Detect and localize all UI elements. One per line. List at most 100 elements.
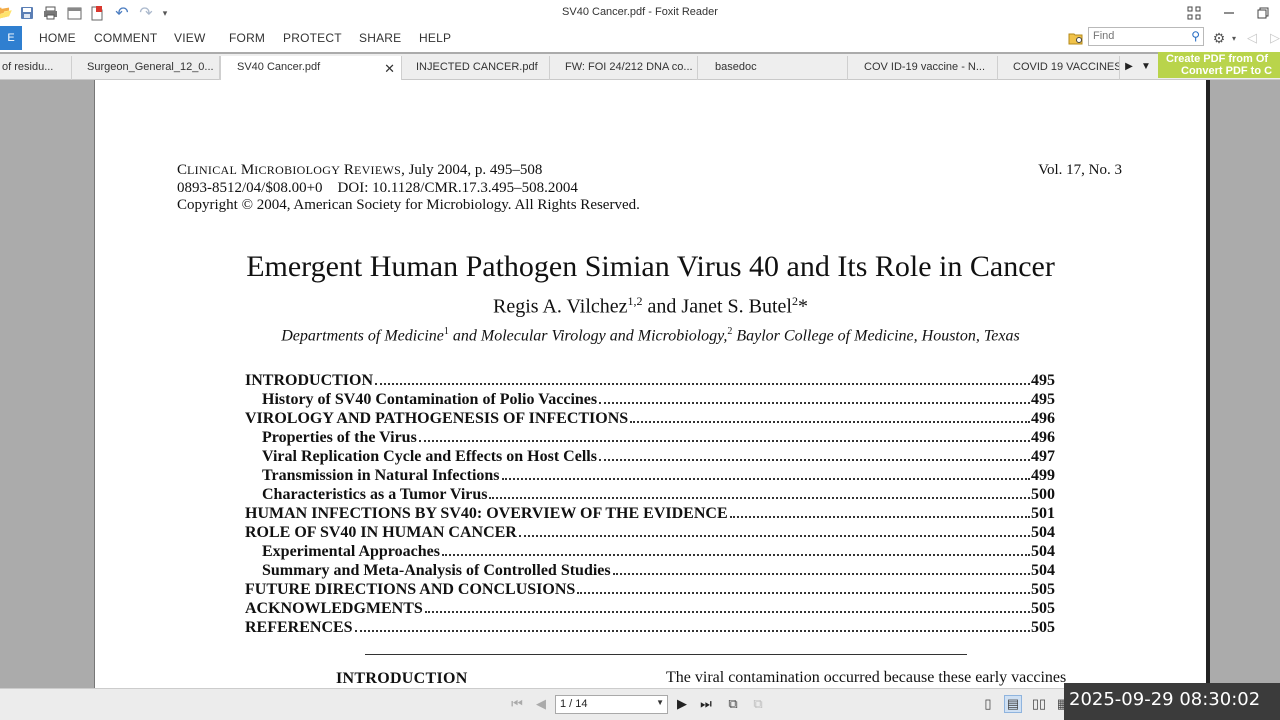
toc-leader-dots — [424, 611, 1030, 613]
toc-leader-dots — [489, 497, 1030, 499]
toc-entry[interactable]: History of SV40 Contamination of Polio V… — [245, 391, 1055, 410]
toc-entry-page: 495 — [1031, 391, 1055, 408]
toc-entry[interactable]: Summary and Meta-Analysis of Controlled … — [245, 562, 1055, 581]
find-field[interactable]: ⚲ — [1088, 27, 1204, 46]
toc-entry-page: 497 — [1031, 448, 1055, 465]
doc-tab[interactable]: Surgeon_General_12_0... — [72, 56, 220, 80]
create-pdf-promo-banner[interactable]: Create PDF from Of Convert PDF to C — [1158, 52, 1280, 78]
toc-entry[interactable]: FUTURE DIRECTIONS AND CONCLUSIONS 505 — [245, 581, 1055, 600]
doc-tab-label: basedoc — [715, 61, 757, 73]
doc-tab-label: Surgeon_General_12_0... — [87, 61, 214, 73]
next-view-icon[interactable]: ⧉ — [749, 695, 767, 713]
intro-heading: INTRODUCTION — [336, 670, 468, 687]
continuous-page-icon[interactable]: ▤ — [1004, 695, 1022, 713]
tab-comment[interactable]: COMMENT — [94, 31, 157, 45]
toc-entry-label: REFERENCES — [245, 619, 353, 636]
tab-scroll-right-icon[interactable]: ▶ — [1120, 57, 1138, 75]
toc-leader-dots — [630, 421, 1030, 423]
tab-view[interactable]: VIEW — [174, 31, 205, 45]
doc-tab-label: of residu... — [2, 61, 54, 73]
doc-tab[interactable]: INJECTED CANCER.pdf — [402, 56, 550, 80]
first-page-icon[interactable]: ⏮ — [508, 695, 526, 713]
single-page-icon[interactable]: ▯ — [979, 695, 997, 713]
toc-leader-dots — [354, 630, 1030, 632]
page-number-field[interactable]: 1 / 14 ▼ — [555, 695, 668, 714]
toc-entry-label: Transmission in Natural Infections — [262, 467, 500, 484]
tab-form[interactable]: FORM — [229, 31, 265, 45]
toc-entry-page: 505 — [1031, 600, 1055, 617]
find-input[interactable] — [1093, 30, 1181, 42]
toc-entry[interactable]: Experimental Approaches 504 — [245, 543, 1055, 562]
doc-tab[interactable]: COV ID-19 vaccine - N... — [848, 56, 998, 80]
doc-tab-label: COV ID-19 vaccine - N... — [864, 61, 986, 73]
tab-share[interactable]: SHARE — [359, 31, 401, 45]
facing-pages-icon[interactable]: ▯▯ — [1030, 695, 1048, 713]
toc-entry-page: 505 — [1031, 619, 1055, 636]
settings-chevron-icon[interactable]: ▾ — [1225, 29, 1243, 47]
doc-tab[interactable]: basedoc — [698, 56, 848, 80]
tab-protect[interactable]: PROTECT — [283, 31, 342, 45]
doc-tab[interactable]: FW: FOI 24/212 DNA co... — [550, 56, 698, 80]
toc-entry-label: INTRODUCTION — [245, 372, 374, 389]
previous-page-icon[interactable]: ◀ — [532, 695, 550, 713]
toc-entry[interactable]: VIROLOGY AND PATHOGENESIS OF INFECTIONS 4… — [245, 410, 1055, 429]
toc-entry-page: 496 — [1031, 410, 1055, 427]
doc-tab-label: INJECTED CANCER.pdf — [416, 61, 538, 73]
affiliation-line: Departments of Medicine1 and Molecular V… — [281, 326, 1020, 345]
toc-entry-label: VIROLOGY AND PATHOGENESIS OF INFECTIONS — [245, 410, 629, 427]
section-divider — [365, 654, 967, 655]
search-icon[interactable]: ⚲ — [1191, 29, 1200, 43]
title-bar: 📂 ↶ ↷ ▾ SV40 Cancer.pdf - Foxit Reader — [0, 0, 1280, 26]
file-tab[interactable]: E — [0, 26, 22, 50]
back-nav-icon[interactable]: ◁ — [1243, 29, 1261, 47]
doc-tab[interactable]: of residu... — [0, 56, 72, 80]
last-page-icon[interactable]: ⏭ — [697, 695, 715, 713]
page-dropdown-chevron-icon[interactable]: ▼ — [656, 698, 664, 707]
toc-leader-dots — [501, 478, 1030, 480]
toc-entry-page: 500 — [1031, 486, 1055, 503]
tab-list-chevron-icon[interactable]: ▼ — [1137, 57, 1155, 75]
minimize-button[interactable] — [1214, 3, 1244, 23]
toc-entry-page: 504 — [1031, 524, 1055, 541]
promo-line1: Create PDF from Of — [1166, 53, 1269, 65]
previous-view-icon[interactable]: ⧉ — [724, 695, 742, 713]
toc-entry[interactable]: HUMAN INFECTIONS BY SV40: OVERVIEW OF TH… — [245, 505, 1055, 524]
toc-entry[interactable]: REFERENCES 505 — [245, 619, 1055, 638]
toc-entry-page: 504 — [1031, 543, 1055, 560]
tab-home[interactable]: HOME — [39, 31, 76, 45]
copyright-line: Copyright © 2004, American Society for M… — [177, 197, 640, 213]
toc-entry[interactable]: Viral Replication Cycle and Effects on H… — [245, 448, 1055, 467]
doc-tab[interactable]: COVID 19 VACCINES P... — [998, 56, 1120, 80]
find-folder-icon[interactable] — [1067, 29, 1085, 47]
toc-entry-label: HUMAN INFECTIONS BY SV40: OVERVIEW OF TH… — [245, 505, 728, 522]
toc-leader-dots — [418, 440, 1030, 442]
restore-button[interactable] — [1248, 3, 1278, 23]
close-tab-icon[interactable]: ✕ — [384, 61, 395, 77]
toc-entry-label: Experimental Approaches — [262, 543, 440, 560]
document-viewer[interactable]: CLINICAL MICROBIOLOGY REVIEWS, July 2004… — [0, 80, 1280, 688]
ribbon-toggle-icon[interactable] — [1179, 3, 1209, 23]
toc-entry-label: Properties of the Virus — [262, 429, 417, 446]
document-tab-bar: of residu... Surgeon_General_12_0... SV4… — [0, 54, 1280, 80]
toc-entry-label: ROLE OF SV40 IN HUMAN CANCER — [245, 524, 517, 541]
toc-entry[interactable]: Characteristics as a Tumor Virus 500 — [245, 486, 1055, 505]
timestamp-overlay: 2025-09-29 08:30:02 — [1064, 683, 1280, 720]
toc-leader-dots — [729, 516, 1030, 518]
toc-entry-label: Viral Replication Cycle and Effects on H… — [262, 448, 597, 465]
toc-entry[interactable]: ROLE OF SV40 IN HUMAN CANCER 504 — [245, 524, 1055, 543]
next-page-icon[interactable]: ▶ — [673, 695, 691, 713]
forward-nav-icon[interactable]: ▷ — [1266, 29, 1280, 47]
article-title: Emergent Human Pathogen Simian Virus 40 … — [246, 250, 1055, 283]
doc-tab-active[interactable]: SV40 Cancer.pdf ✕ — [220, 56, 402, 80]
doc-tab-label: SV40 Cancer.pdf — [237, 61, 321, 73]
promo-line2: Convert PDF to C — [1181, 65, 1273, 77]
toc-leader-dots — [577, 592, 1030, 594]
tab-help[interactable]: HELP — [419, 31, 451, 45]
page-edge — [1206, 80, 1210, 688]
toc-leader-dots — [518, 535, 1030, 537]
toc-entry[interactable]: ACKNOWLEDGMENTS 505 — [245, 600, 1055, 619]
toc-entry[interactable]: INTRODUCTION 495 — [245, 372, 1055, 391]
toc-entry[interactable]: Properties of the Virus 496 — [245, 429, 1055, 448]
toc-entry-label: Summary and Meta-Analysis of Controlled … — [262, 562, 611, 579]
toc-entry[interactable]: Transmission in Natural Infections 499 — [245, 467, 1055, 486]
